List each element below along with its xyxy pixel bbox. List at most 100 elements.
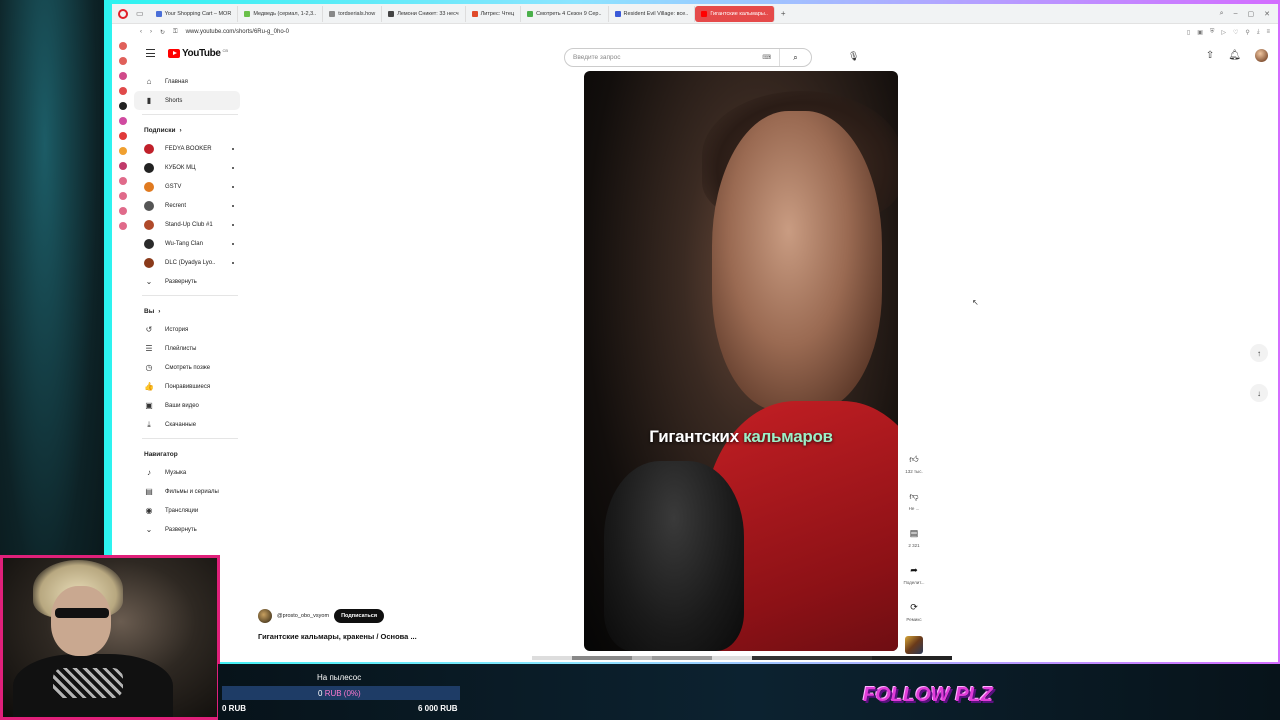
sidebar-item-you[interactable]: ◷ Смотреть позже [134,358,240,377]
sidebar-item-you[interactable]: ▣ Ваши видео [134,396,240,415]
opera-logo-icon[interactable] [118,8,128,19]
browser-tab[interactable]: Resident Evil Village: все.. [609,5,696,22]
browser-tab[interactable]: tordserials.how [323,5,383,22]
previous-short-button[interactable]: ↑ [1250,344,1268,362]
sidebar-item-you[interactable]: ⤓ Скачанные [134,415,240,434]
close-icon[interactable]: ✕ [1264,10,1270,18]
keyboard-icon[interactable]: ⌨ [762,54,771,61]
sidebar-item-subscription[interactable]: Stand-Up Club #1 [134,215,240,234]
sidebar-item-shorts[interactable]: ▮ Shorts [134,91,240,110]
search-box[interactable]: Введите запрос ⌨ ⌕ [564,48,812,67]
search-input[interactable]: Введите запрос [573,54,762,61]
playlist-icon: ☰ [145,344,153,353]
browser-tab[interactable]: Your Shopping Cart – MOR [150,5,239,22]
sidebar-app-icon[interactable] [119,147,127,155]
microphone-icon[interactable]: 🎙 [848,51,859,62]
country-code: CB [222,48,229,53]
caption-word: Гигантских [649,427,739,446]
dislike-button[interactable]: 👎︎ [906,488,922,504]
search-button[interactable]: ⌕ [779,49,811,66]
reload-icon[interactable]: ↻ [160,29,165,36]
next-short-button[interactable]: ↓ [1250,384,1268,402]
sidebar-item-subscription[interactable]: FEDYA BOOKER [134,139,240,158]
sidebar-app-icon[interactable] [119,132,127,140]
browser-tab[interactable]: Гигантские кальмары.. [695,5,775,22]
tab-menu-icon[interactable]: ▭ [136,9,144,18]
sidebar-item-subscription[interactable]: КУБОК МЦ [134,158,240,177]
sidebar-app-icon[interactable] [119,42,127,50]
sidebar-item-you[interactable]: 👍 Понравившиеся [134,377,240,396]
sidebar-item-navigator[interactable]: ◉ Трансляции [134,501,240,520]
remix-button[interactable]: ⟳ [906,599,922,615]
new-tab-icon[interactable]: + [781,9,786,18]
search-tabs-icon[interactable]: ⌕ [1220,10,1224,18]
sidebar-item-navigator[interactable]: ♪ Музыка [134,463,240,482]
tab-label: Resident Evil Village: все.. [623,10,689,17]
you-heading[interactable]: Вы › [134,302,246,320]
video-progress-bar[interactable] [532,656,952,660]
minimize-icon[interactable]: – [1234,10,1238,18]
sidebar-app-icon[interactable] [119,102,127,110]
browser-tab[interactable]: Литрес: Чтец [466,5,522,22]
hamburger-menu-icon[interactable] [146,49,155,60]
maximize-icon[interactable]: ▢ [1248,10,1255,18]
avatar[interactable] [1255,49,1268,62]
sidebar-app-icon[interactable] [119,177,127,185]
sidebar-app-icon[interactable] [119,162,127,170]
video-title[interactable]: Гигантские кальмары, кракены / Основа ..… [258,632,417,641]
sidebar-app-icon[interactable] [119,57,127,65]
tab-label: Гигантские кальмары.. [710,10,768,17]
video-icon: ▣ [145,401,153,410]
shorts-video-player[interactable]: Гигантских кальмаров [584,71,898,651]
address-bar: ‹ › ↻ ⚿ www.youtube.com/shorts/6Ru-g_0ho… [112,24,1278,40]
expand-subscriptions-button[interactable]: ⌄ Развернуть [134,272,240,291]
browser-tab[interactable]: Лемони Сникет: 33 несч [382,5,466,22]
forward-icon[interactable]: › [150,29,152,35]
sidebar-item-subscription[interactable]: GSTV [134,177,240,196]
sidebar-item-navigator[interactable]: ⌄ Развернуть [134,520,240,539]
subscriptions-heading[interactable]: Подписки › [134,121,246,139]
sidebar-app-icon[interactable] [119,87,127,95]
channel-name[interactable]: @prosto_obo_vsyom [277,613,329,619]
browser-tab[interactable]: Медведь (сериал, 1-2,3.. [238,5,324,22]
sidebar-item-subscription[interactable]: Wu-Tang Clan [134,234,240,253]
comments-button[interactable]: ▤ [906,525,922,541]
back-icon[interactable]: ‹ [140,29,142,35]
caption-highlight: кальмаров [743,427,833,446]
sidebar-app-icon[interactable] [119,222,127,230]
like-button[interactable]: 👍︎ [906,451,922,467]
sidebar-item-you[interactable]: ↺ История [134,320,240,339]
webcam-sunglasses [55,608,109,618]
channel-avatar[interactable] [258,609,272,623]
bookmark-icon[interactable]: ▯ [1187,29,1190,36]
browser-tab[interactable]: Смотреть 4 Сезон 9 Сер.. [521,5,609,22]
sidebar-item-subscription[interactable]: DLC (Dyadya Lyo.. [134,253,240,272]
sidebar-item-subscription[interactable]: Recrent [134,196,240,215]
subscribe-button[interactable]: Подписаться [334,609,385,623]
share-button[interactable]: ➦ [906,562,922,578]
sound-thumbnail[interactable] [905,636,923,654]
sidebar-item-you[interactable]: ☰ Плейлисты [134,339,240,358]
sidebar-app-icon[interactable] [119,117,127,125]
menu-icon[interactable]: ≡ [1266,29,1270,36]
youtube-logo[interactable]: YouTube CB [168,48,228,59]
sidebar-item-home[interactable]: ⌂ Главная [134,72,240,91]
snapshot-icon[interactable]: ▣ [1197,29,1203,36]
upload-icon[interactable]: ⇧ [1206,50,1214,61]
webcam-face [51,586,111,656]
extensions-icon[interactable]: ⚲ [1245,29,1249,36]
bell-icon[interactable]: 🔔︎ [1228,50,1241,61]
live-dot-icon [232,185,234,188]
channel-avatar [144,219,154,230]
sidebar-app-icon[interactable] [119,192,127,200]
player-icon[interactable]: ▷ [1221,29,1226,36]
sidebar-app-icon[interactable] [119,72,127,80]
url-field[interactable]: www.youtube.com/shorts/6Ru-g_0ho-0 [186,29,289,35]
sidebar-item-navigator[interactable]: ▤ Фильмы и сериалы [134,482,240,501]
shield-icon[interactable]: ⛨ [1210,29,1215,36]
heart-icon[interactable]: ♡ [1233,29,1238,36]
sidebar-app-icon[interactable] [119,207,127,215]
window-controls: ⌕ – ▢ ✕ [1220,10,1278,18]
download-icon[interactable]: ⤓ [1257,29,1260,36]
arrow-up-icon: ↑ [1257,348,1261,358]
